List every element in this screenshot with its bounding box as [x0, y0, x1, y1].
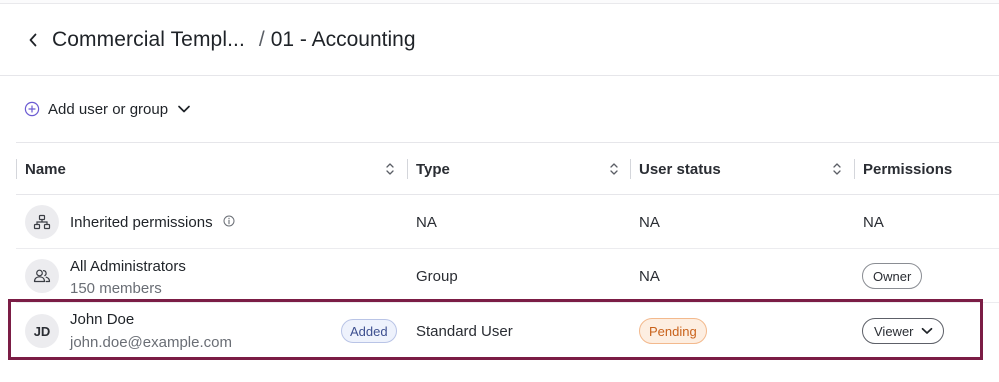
- sort-icon[interactable]: [385, 162, 395, 176]
- row-status: NA: [639, 214, 660, 231]
- plus-circle-icon: [24, 101, 40, 117]
- column-divider: [854, 159, 855, 179]
- row-status: NA: [639, 268, 660, 285]
- permissions-table: Name Type User status Permissions Inheri…: [16, 142, 999, 351]
- avatar: JD: [25, 314, 59, 348]
- row-email: john.doe@example.com: [70, 334, 232, 351]
- column-divider: [630, 159, 631, 179]
- row-name: John Doe: [70, 311, 135, 328]
- row-type: Group: [416, 268, 458, 285]
- add-user-or-group-label: Add user or group: [48, 100, 169, 118]
- breadcrumb-separator: /: [258, 27, 265, 51]
- permission-dropdown[interactable]: Viewer: [862, 318, 944, 344]
- chevron-down-icon: [921, 327, 932, 334]
- breadcrumb-parent[interactable]: Commercial Templ...: [52, 28, 245, 52]
- row-type: NA: [416, 214, 437, 231]
- table-header: Name Type User status Permissions: [16, 142, 999, 195]
- column-divider: [16, 159, 17, 179]
- sort-icon[interactable]: [609, 162, 619, 176]
- breadcrumb-current: 01 - Accounting: [270, 27, 416, 51]
- group-icon: [25, 259, 59, 293]
- permission-badge-owner: Owner: [862, 263, 923, 289]
- row-name: Inherited permissions: [70, 214, 213, 231]
- back-button[interactable]: [24, 31, 42, 49]
- add-user-or-group-button[interactable]: Add user or group: [24, 98, 191, 120]
- row-type: Standard User: [416, 323, 513, 340]
- status-badge-pending: Pending: [639, 318, 707, 344]
- column-header-name[interactable]: Name: [25, 143, 66, 196]
- table-row[interactable]: All Administrators 150 members Group NA …: [16, 249, 999, 303]
- hierarchy-icon: [25, 205, 59, 239]
- permission-dropdown-label: Viewer: [874, 323, 914, 339]
- table-row[interactable]: Inherited permissions NA NA NA: [16, 195, 999, 249]
- sort-icon[interactable]: [832, 162, 842, 176]
- info-icon[interactable]: [223, 215, 235, 227]
- page-header: Commercial Templ... / 01 - Accounting: [0, 4, 999, 76]
- column-header-permissions[interactable]: Permissions: [863, 143, 952, 196]
- added-badge: Added: [341, 319, 397, 343]
- avatar-initials: JD: [33, 323, 51, 339]
- chevron-left-icon: [29, 33, 37, 46]
- chevron-down-icon: [177, 104, 191, 114]
- table-row[interactable]: JD John Doe john.doe@example.com Added S…: [16, 303, 999, 359]
- column-header-user-status[interactable]: User status: [639, 143, 721, 196]
- row-permission: NA: [863, 214, 884, 231]
- row-member-count: 150 members: [70, 280, 162, 297]
- column-divider: [407, 159, 408, 179]
- row-name: All Administrators: [70, 258, 186, 275]
- column-header-type[interactable]: Type: [416, 143, 450, 196]
